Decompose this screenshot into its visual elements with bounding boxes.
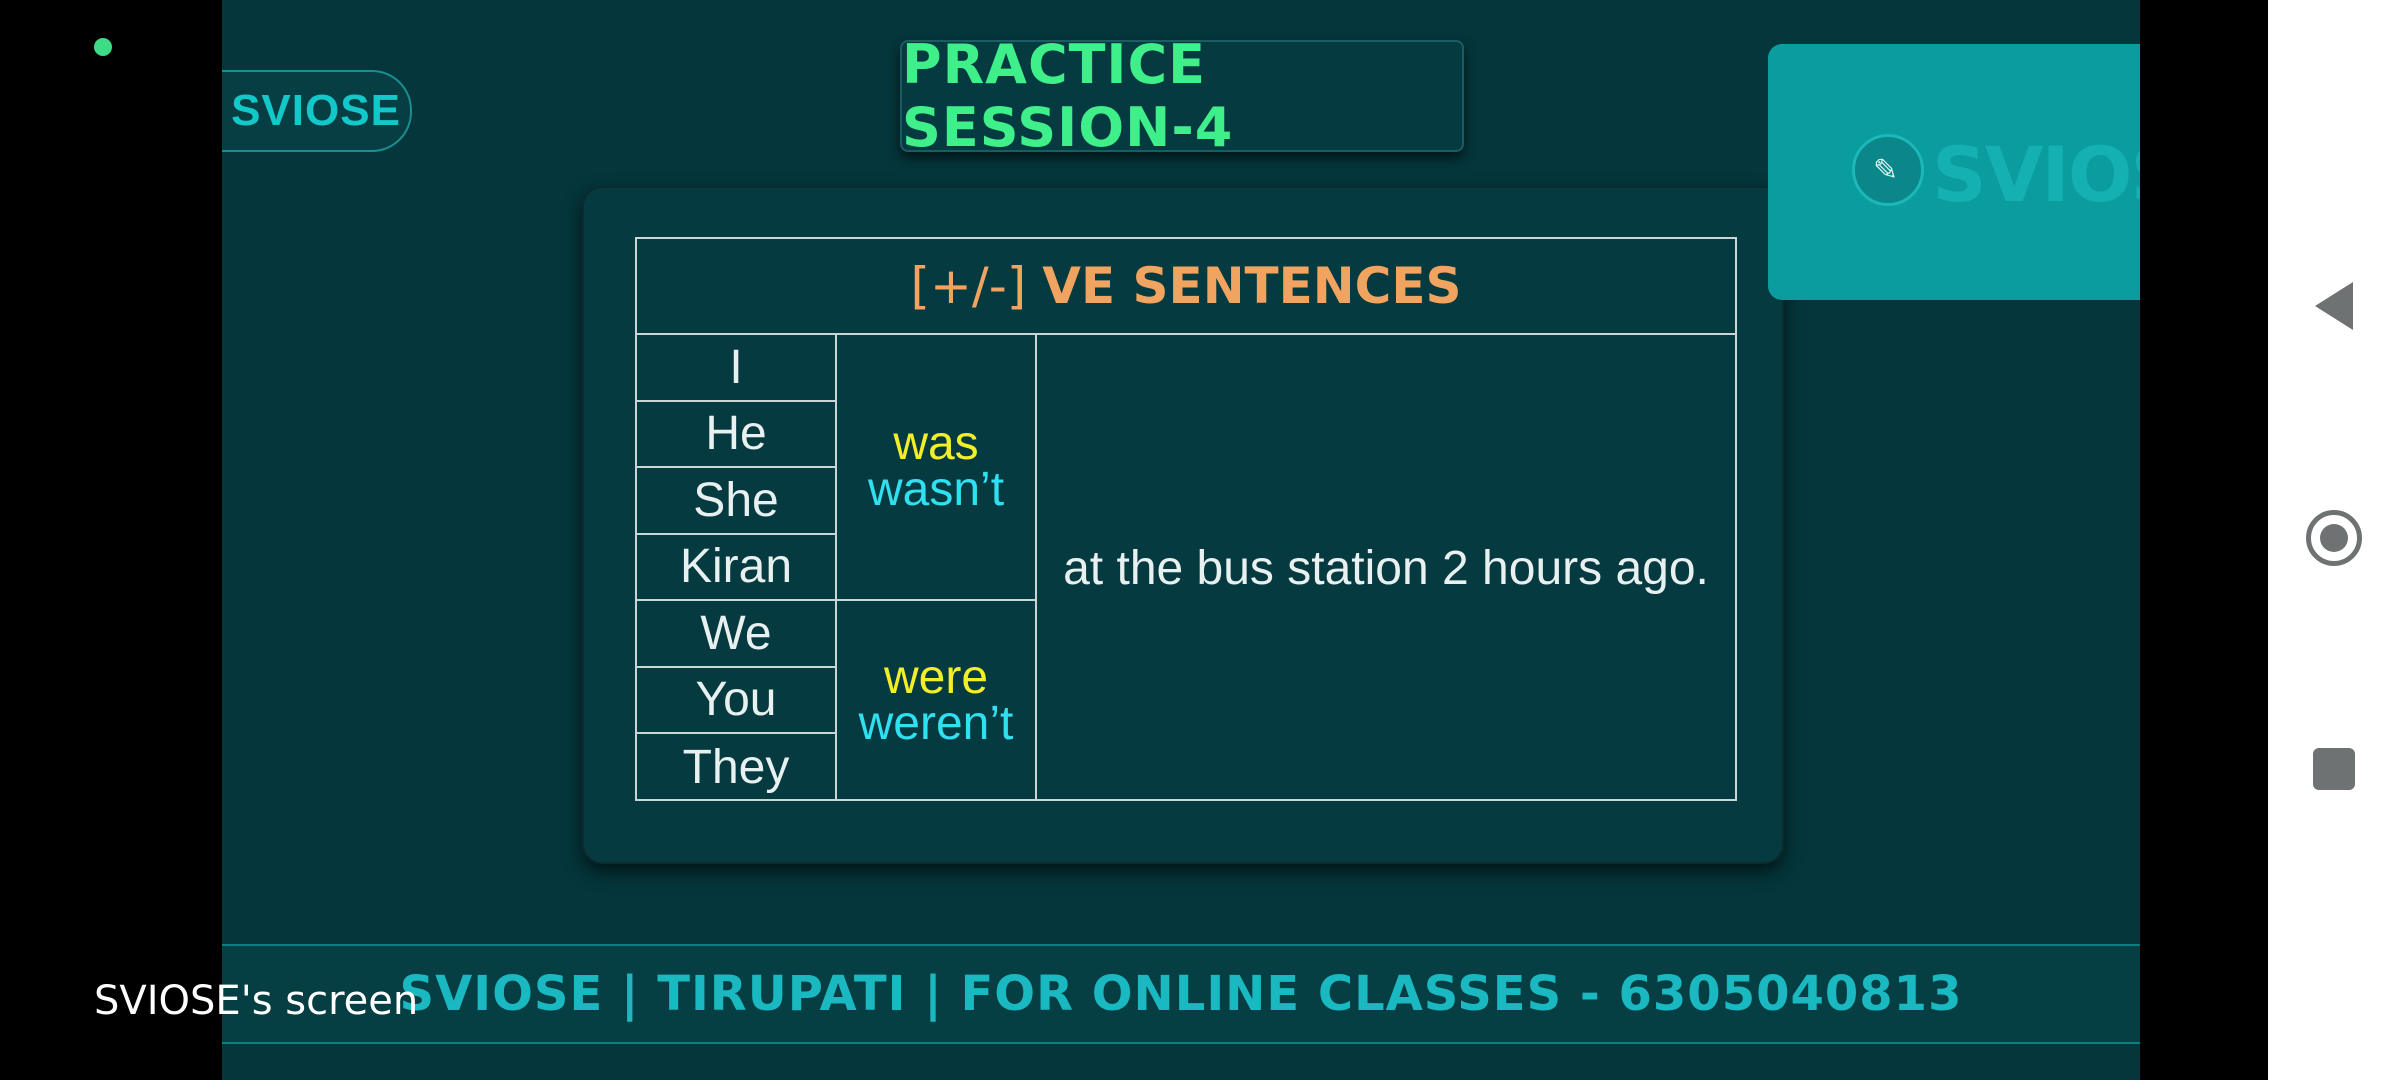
verb-negative: weren’t	[858, 697, 1014, 750]
home-button[interactable]	[2268, 510, 2400, 566]
back-triangle-icon	[2315, 282, 2353, 330]
sviose-logo: ✎ SVIOSE	[1852, 130, 2140, 226]
subject-cell: We	[637, 601, 837, 668]
subject-cell: She	[637, 468, 837, 535]
sentence-phrase: at the bus station 2 hours ago.	[1063, 541, 1709, 595]
subject-cell: Kiran	[637, 534, 837, 601]
table-header-bracket: [+/-]	[910, 257, 1027, 315]
camera-thumbnail[interactable]: ✎ SVIOSE	[1768, 44, 2140, 300]
page-title: PRACTICE SESSION-4	[900, 33, 1464, 159]
logo-emblem-icon: ✎	[1852, 134, 1924, 206]
slide-stage: SVIOSE PRACTICE SESSION-4 [+/-] VE SENTE…	[222, 0, 2140, 1080]
verb-column: was wasn’t were weren’t	[837, 335, 1037, 801]
verb-positive: was	[893, 417, 979, 470]
footer-banner: SVIOSE | TIRUPATI | FOR ONLINE CLASSES -…	[222, 944, 2140, 1044]
subject-column: I He She Kiran We You They	[637, 335, 837, 801]
back-button[interactable]	[2268, 282, 2400, 330]
recents-square-icon	[2313, 748, 2355, 790]
system-navbar	[2268, 0, 2400, 1080]
screen-share-label: SVIOSE's screen	[94, 978, 419, 1024]
verb-positive: were	[883, 651, 989, 704]
recents-button[interactable]	[2268, 748, 2400, 790]
subject-cell: They	[637, 734, 837, 801]
home-circle-icon	[2306, 510, 2362, 566]
recording-indicator-icon	[94, 38, 112, 56]
sentence-table: [+/-] VE SENTENCES I He She Kiran We You…	[635, 237, 1737, 801]
verb-cell-plural: were weren’t	[837, 601, 1035, 801]
logo-wordmark: SVIOSE	[1932, 130, 2140, 219]
table-header-text: VE SENTENCES	[1042, 257, 1462, 315]
table-header: [+/-] VE SENTENCES	[637, 239, 1735, 335]
brand-pill: SVIOSE	[222, 70, 412, 152]
subject-cell: I	[637, 335, 837, 402]
verb-cell-singular: was wasn’t	[837, 335, 1035, 601]
subject-cell: You	[637, 667, 837, 734]
verb-negative: wasn’t	[867, 463, 1005, 516]
subject-cell: He	[637, 401, 837, 468]
